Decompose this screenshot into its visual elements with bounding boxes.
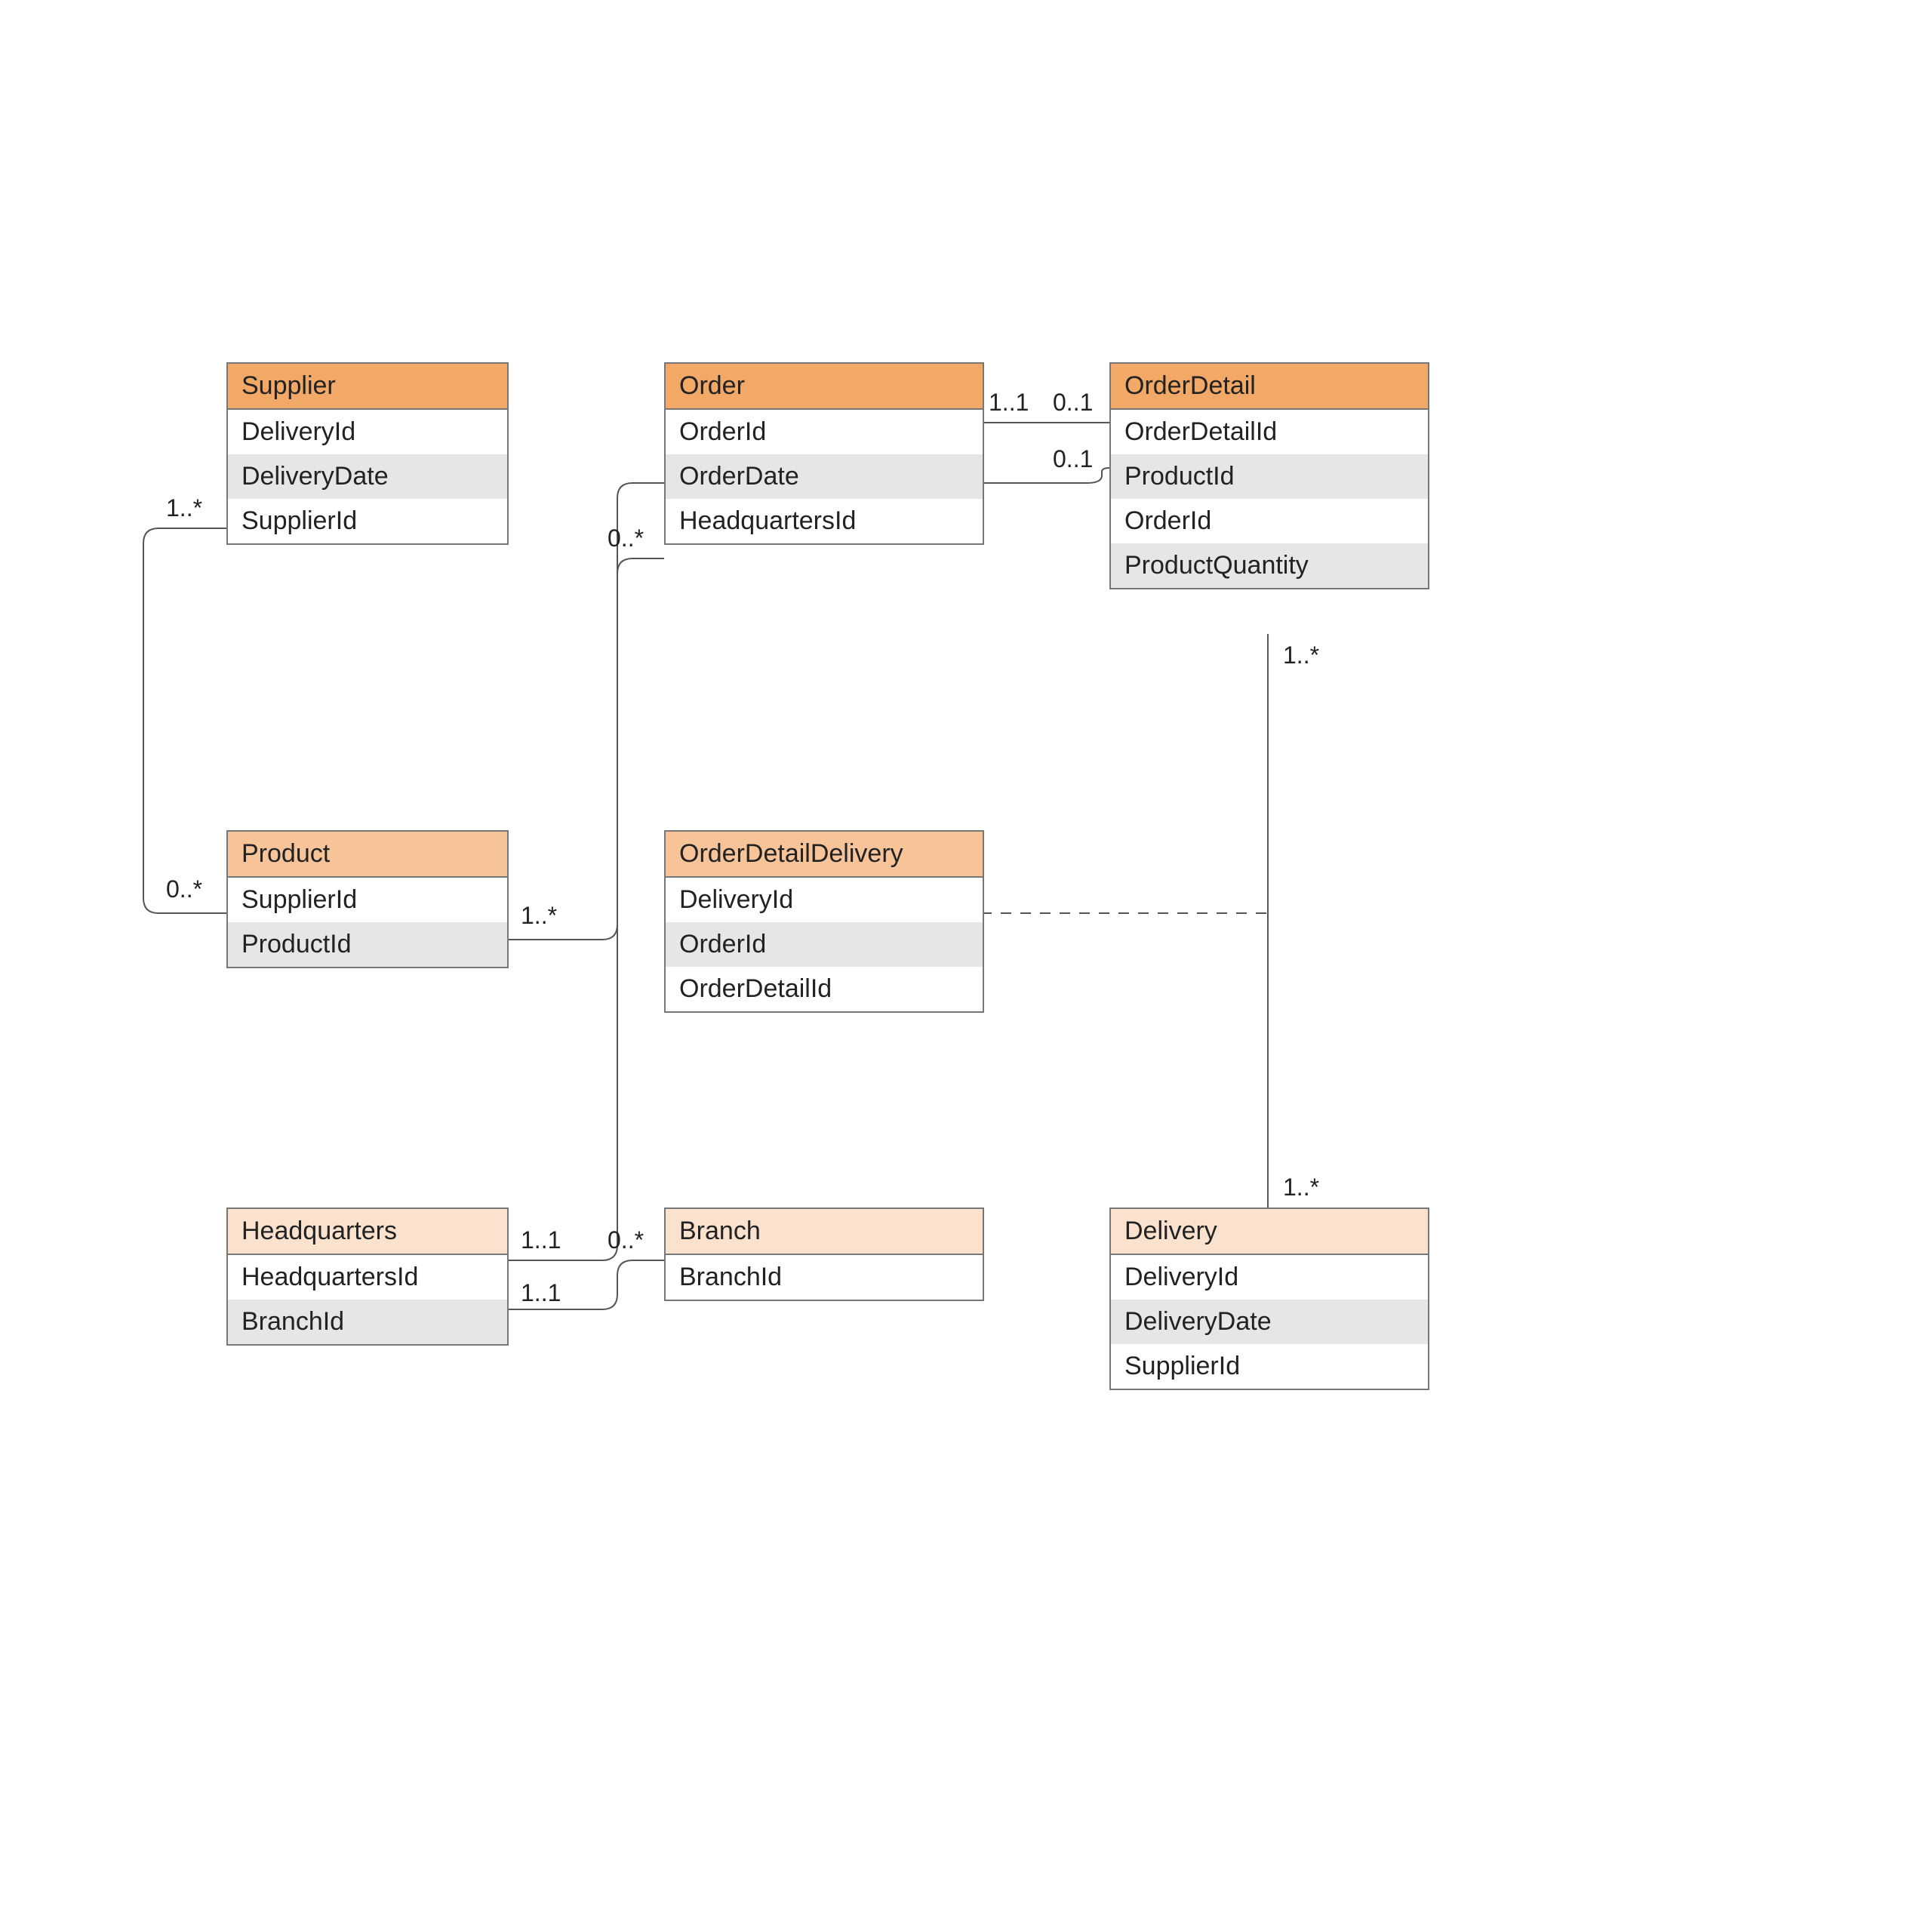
attr: SupplierId bbox=[228, 499, 507, 543]
entity-product: Product SupplierId ProductId bbox=[226, 830, 509, 968]
attr: OrderId bbox=[1111, 499, 1428, 543]
mult-label: 1..* bbox=[1283, 641, 1319, 669]
entity-order-title: Order bbox=[666, 364, 983, 410]
entity-headquarters-title: Headquarters bbox=[228, 1209, 507, 1255]
attr: HeadquartersId bbox=[228, 1255, 507, 1300]
attr: OrderDetailId bbox=[666, 967, 983, 1011]
entity-product-title: Product bbox=[228, 832, 507, 878]
mult-label: 1..1 bbox=[989, 389, 1029, 417]
mult-label: 0..1 bbox=[1053, 445, 1093, 473]
entity-branch-title: Branch bbox=[666, 1209, 983, 1255]
attr: OrderDate bbox=[666, 454, 983, 499]
attr: ProductId bbox=[228, 922, 507, 967]
entity-orderdetaildelivery: OrderDetailDelivery DeliveryId OrderId O… bbox=[664, 830, 984, 1013]
attr: SupplierId bbox=[228, 878, 507, 922]
attr: OrderId bbox=[666, 922, 983, 967]
mult-label: 1..1 bbox=[521, 1279, 561, 1307]
mult-label: 1..1 bbox=[521, 1226, 561, 1254]
entity-delivery-title: Delivery bbox=[1111, 1209, 1428, 1255]
attr: OrderId bbox=[666, 410, 983, 454]
attr: ProductQuantity bbox=[1111, 543, 1428, 588]
entity-orderdetaildelivery-title: OrderDetailDelivery bbox=[666, 832, 983, 878]
attr: ProductId bbox=[1111, 454, 1428, 499]
attr: SupplierId bbox=[1111, 1344, 1428, 1389]
entity-branch: Branch BranchId bbox=[664, 1208, 984, 1301]
attr: BranchId bbox=[666, 1255, 983, 1300]
attr: BranchId bbox=[228, 1300, 507, 1344]
attr: DeliveryDate bbox=[228, 454, 507, 499]
mult-label: 1..* bbox=[1283, 1174, 1319, 1201]
mult-label: 1..* bbox=[166, 494, 202, 522]
attr: DeliveryDate bbox=[1111, 1300, 1428, 1344]
entity-delivery: Delivery DeliveryId DeliveryDate Supplie… bbox=[1109, 1208, 1429, 1390]
entity-headquarters: Headquarters HeadquartersId BranchId bbox=[226, 1208, 509, 1346]
attr: DeliveryId bbox=[666, 878, 983, 922]
attr: DeliveryId bbox=[228, 410, 507, 454]
entity-supplier-title: Supplier bbox=[228, 364, 507, 410]
mult-label: 0..* bbox=[608, 525, 644, 552]
attr: DeliveryId bbox=[1111, 1255, 1428, 1300]
entity-supplier: Supplier DeliveryId DeliveryDate Supplie… bbox=[226, 362, 509, 545]
attr: HeadquartersId bbox=[666, 499, 983, 543]
mult-label: 0..1 bbox=[1053, 389, 1093, 417]
entity-orderdetail-title: OrderDetail bbox=[1111, 364, 1428, 410]
er-diagram: Supplier DeliveryId DeliveryDate Supplie… bbox=[0, 0, 1932, 1932]
entity-order: Order OrderId OrderDate HeadquartersId bbox=[664, 362, 984, 545]
attr: OrderDetailId bbox=[1111, 410, 1428, 454]
entity-orderdetail: OrderDetail OrderDetailId ProductId Orde… bbox=[1109, 362, 1429, 589]
mult-label: 1..* bbox=[521, 902, 557, 930]
mult-label: 0..* bbox=[166, 875, 202, 903]
mult-label: 0..* bbox=[608, 1226, 644, 1254]
